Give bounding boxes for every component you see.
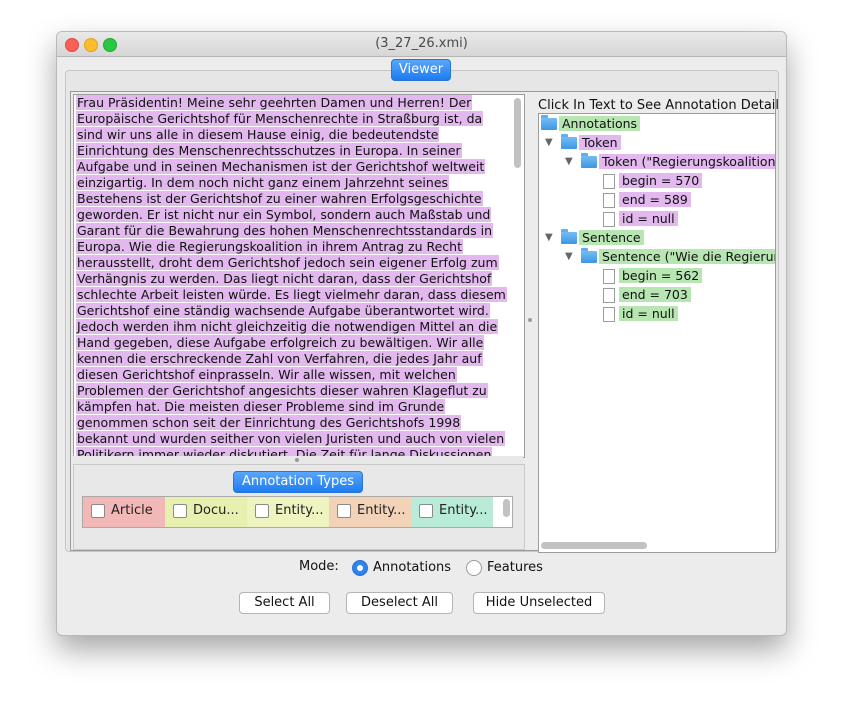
text-line[interactable]: Bestehens ist der Gerichtshof zu einer w… [76, 191, 508, 207]
document-text-area[interactable]: Frau Präsidentin! Meine sehr geehrten Da… [73, 94, 525, 458]
text-line[interactable]: geworden. Er ist nicht nur ein Symbol, s… [76, 207, 508, 223]
text-vertical-scrollbar[interactable] [513, 97, 522, 455]
tree-node-token-instance[interactable]: ▼ Token ("Regierungskoalition") [541, 153, 775, 171]
annotation-types-panel: Annotation Types Article Docu... Entity.… [73, 464, 525, 550]
text-line[interactable]: Jedoch werden ihm nicht gleichzeitig die… [76, 319, 508, 335]
expand-arrow-icon[interactable]: ▼ [565, 153, 573, 171]
title-bar: (3_27_26.xmi) [57, 32, 786, 57]
window-title: (3_27_26.xmi) [375, 36, 468, 51]
file-icon [603, 212, 615, 227]
checkbox[interactable] [419, 504, 433, 518]
folder-icon [581, 153, 597, 168]
folder-icon [541, 115, 557, 130]
features-radio[interactable] [466, 560, 482, 576]
annotation-type-article[interactable]: Article [83, 497, 165, 527]
folder-icon [581, 248, 597, 263]
expand-arrow-icon[interactable]: ▼ [565, 248, 573, 266]
features-radio-label[interactable]: Features [487, 560, 543, 575]
tree-leaf-id[interactable]: id = null [541, 305, 678, 323]
annotation-types-button[interactable]: Annotation Types [233, 471, 363, 493]
text-line[interactable]: Hand gegeben, diese Aufgabe erfolgreich … [76, 335, 508, 351]
text-line[interactable]: diesen Gerichtshof einprasseln. Wir alle… [76, 367, 508, 383]
scroll-thumb[interactable] [514, 98, 521, 168]
annotation-type-document[interactable]: Docu... [165, 497, 247, 527]
text-line[interactable]: Garant für die Bewahrung des hohen Mensc… [76, 223, 508, 239]
split-pane: Frau Präsidentin! Meine sehr geehrten Da… [70, 91, 780, 553]
viewer-button[interactable]: Viewer [391, 59, 451, 81]
tree-node-sentence-instance[interactable]: ▼ Sentence ("Wie die Regierungsk [541, 248, 775, 266]
document-text[interactable]: Frau Präsidentin! Meine sehr geehrten Da… [76, 95, 508, 457]
tree-leaf-end[interactable]: end = 703 [541, 286, 691, 304]
text-line[interactable]: Europa. Wie die Regierungskoalition in i… [76, 239, 508, 255]
file-icon [603, 174, 615, 189]
text-line[interactable]: kämpfen hat. Die meisten dieser Probleme… [76, 399, 508, 415]
checkbox[interactable] [255, 504, 269, 518]
text-line[interactable]: kennen die erschreckende Zahl von Verfah… [76, 351, 508, 367]
text-line[interactable]: Aufgabe und in seinen Mechanismen ist de… [76, 159, 508, 175]
file-icon [603, 269, 615, 284]
folder-icon [561, 134, 577, 149]
checkbox[interactable] [173, 504, 187, 518]
annotation-detail-header: Click In Text to See Annotation Detail [538, 98, 780, 113]
tree-node-annotations[interactable]: Annotations [541, 115, 641, 133]
text-line[interactable]: Frau Präsidentin! Meine sehr geehrten Da… [76, 95, 508, 111]
horizontal-split-divider[interactable] [73, 456, 523, 464]
text-line[interactable]: einzigartig. In dem noch nicht ganz eine… [76, 175, 508, 191]
tree-leaf-end[interactable]: end = 589 [541, 191, 691, 209]
app-window: (3_27_26.xmi) Viewer Frau Präsidentin! M… [56, 31, 787, 636]
text-line[interactable]: Einrichtung des Menschenrechtsschutzes i… [76, 143, 508, 159]
annotations-radio-label[interactable]: Annotations [373, 560, 451, 575]
tree-horizontal-scrollbar[interactable] [541, 542, 647, 549]
deselect-all-button[interactable]: Deselect All [346, 592, 453, 614]
folder-icon [561, 229, 577, 244]
select-all-button[interactable]: Select All [239, 592, 330, 614]
annotation-types-list: Article Docu... Entity... Entity... Enti… [82, 496, 513, 528]
annotations-radio[interactable] [352, 560, 368, 576]
checkbox[interactable] [337, 504, 351, 518]
hide-unselected-button[interactable]: Hide Unselected [473, 592, 605, 614]
annotation-type-entity[interactable]: Entity... [329, 497, 411, 527]
text-line[interactable]: genommen schon seit der Einrichtung des … [76, 415, 508, 431]
file-icon [603, 193, 615, 208]
tree-node-sentence[interactable]: ▼ Sentence [541, 229, 644, 247]
tree-leaf-id[interactable]: id = null [541, 210, 678, 228]
file-icon [603, 307, 615, 322]
annotation-type-entity[interactable]: Entity... [247, 497, 329, 527]
file-icon [603, 288, 615, 303]
expand-arrow-icon[interactable]: ▼ [545, 134, 553, 152]
text-line[interactable]: herausstellt, droht dem Gerichtshof jedo… [76, 255, 508, 271]
expand-arrow-icon[interactable]: ▼ [545, 229, 553, 247]
types-scrollbar[interactable] [503, 499, 510, 517]
text-line[interactable]: Europäische Gerichtshof für Menschenrech… [76, 111, 508, 127]
text-line[interactable]: Problemen der Gerichtshof angesichts die… [76, 383, 508, 399]
tree-leaf-begin[interactable]: begin = 562 [541, 267, 703, 285]
text-line[interactable]: bekannt und wurden seither von vielen Ju… [76, 431, 508, 447]
annotation-tree[interactable]: Annotations ▼ Token ▼ Token ("Regierungs… [538, 113, 776, 553]
mode-selector: Mode: Annotations Features [57, 559, 786, 579]
text-line[interactable]: schlechte Arbeit leisten würde. Es liegt… [76, 287, 508, 303]
annotation-type-entity[interactable]: Entity... [411, 497, 493, 527]
tree-node-token[interactable]: ▼ Token [541, 134, 621, 152]
text-line[interactable]: Verhängnis zu werden. Das liegt nicht da… [76, 271, 508, 287]
checkbox[interactable] [91, 504, 105, 518]
vertical-divider-grip-icon[interactable] [528, 318, 532, 322]
tree-leaf-begin[interactable]: begin = 570 [541, 172, 703, 190]
text-line[interactable]: Gerichtshof eine ständig wachsende Aufga… [76, 303, 508, 319]
text-line[interactable]: sind wir uns alle in diesem Hause einig,… [76, 127, 508, 143]
divider-grip-icon [295, 458, 299, 462]
mode-label: Mode: [299, 559, 339, 574]
